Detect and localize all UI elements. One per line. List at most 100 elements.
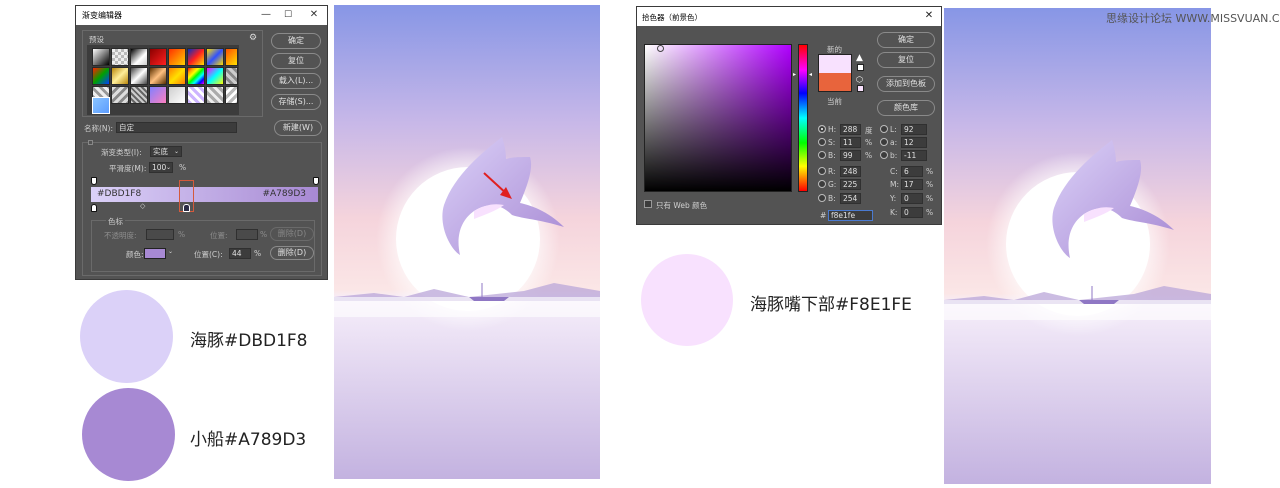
preset-swatch[interactable] — [168, 86, 186, 104]
current-color-preview[interactable] — [818, 73, 852, 92]
close-icon[interactable]: ✕ — [304, 7, 324, 23]
gamut-warning-swatch[interactable] — [857, 64, 864, 71]
red-radio[interactable] — [818, 167, 826, 175]
hue-slider-left-arrow-icon[interactable]: ▸ — [793, 71, 796, 78]
location-field — [236, 229, 258, 240]
delete-color-stop-button[interactable]: 删除(D) — [270, 246, 314, 260]
load-button[interactable]: 载入(L)... — [271, 73, 321, 89]
saturation-field[interactable]: 11 — [840, 137, 861, 148]
ok-button[interactable]: 确定 — [877, 32, 935, 48]
preset-swatch[interactable] — [92, 67, 110, 85]
preset-swatch[interactable] — [149, 86, 167, 104]
preset-swatch[interactable] — [149, 48, 167, 66]
hue-slider-right-arrow-icon[interactable]: ◂ — [809, 71, 812, 78]
gradient-preview-bar[interactable]: #DBD1F8 #A789D3 — [91, 187, 318, 202]
web-safe-swatch[interactable] — [857, 85, 864, 92]
lab-a-radio[interactable] — [880, 138, 888, 146]
preset-swatch[interactable] — [149, 67, 167, 85]
dolphin-mouth-color-circle — [641, 254, 733, 346]
preset-swatch[interactable] — [130, 67, 148, 85]
preset-swatch[interactable] — [206, 86, 224, 104]
preset-swatch[interactable] — [225, 86, 238, 104]
opacity-stop-right[interactable] — [313, 177, 319, 185]
gear-icon[interactable]: ⚙ — [249, 33, 257, 43]
color-stop-selected[interactable] — [183, 204, 190, 212]
color-picker-cursor[interactable] — [657, 45, 664, 52]
smoothness-field[interactable]: 100 ⌄ — [149, 162, 173, 173]
black-field[interactable]: 0 — [901, 207, 923, 218]
hue-field[interactable]: 288 — [840, 124, 861, 135]
color-stop-left[interactable] — [91, 204, 97, 212]
dolphin-color-label: 海豚#DBD1F8 — [190, 331, 308, 351]
location-unit: % — [260, 230, 268, 239]
gradient-type-select[interactable]: 实底 ⌄ — [150, 146, 182, 157]
preset-swatch[interactable] — [111, 67, 129, 85]
location-label: 位置: — [210, 231, 228, 240]
gradient-editor-dialog: 渐变编辑器 — ☐ ✕ 预设 ⚙ 确定 复位 载入(L)... 存储(S)...… — [75, 5, 328, 280]
lab-a-field[interactable]: 12 — [901, 137, 927, 148]
hue-radio[interactable] — [818, 125, 826, 133]
preset-swatch[interactable] — [187, 67, 205, 85]
preset-swatch[interactable] — [111, 86, 129, 104]
midpoint-diamond-icon[interactable]: ◇ — [140, 202, 145, 210]
blue-field[interactable]: 254 — [840, 193, 861, 204]
hue-slider[interactable] — [798, 44, 808, 192]
web-only-checkbox[interactable] — [644, 200, 652, 208]
hex-field[interactable]: f8e1fe — [828, 210, 873, 221]
delete-opacity-stop-button[interactable]: 删除(D) — [270, 227, 314, 241]
preset-swatch[interactable] — [130, 86, 148, 104]
lab-l-field[interactable]: 92 — [901, 124, 927, 135]
add-to-swatches-button[interactable]: 添加到色板 — [877, 76, 935, 92]
lab-b-field[interactable]: -11 — [901, 150, 927, 161]
preset-swatch[interactable] — [168, 67, 186, 85]
warning-triangle-icon[interactable]: ▲ — [856, 53, 863, 63]
gradient-panel: 渐变类型(I): 实底 ⌄ 平滑度(M): 100 ⌄ % #DBD1F8 #A… — [82, 140, 322, 276]
chevron-down-icon[interactable]: ⌄ — [168, 248, 173, 255]
preset-swatch[interactable] — [206, 67, 224, 85]
save-button[interactable]: 存储(S)... — [271, 94, 321, 110]
saturation-brightness-field[interactable] — [644, 44, 792, 192]
preset-swatch[interactable] — [225, 67, 238, 85]
maximize-icon[interactable]: ☐ — [278, 7, 298, 23]
web-cube-icon[interactable]: ⬡ — [856, 75, 863, 84]
preset-swatch[interactable] — [111, 48, 129, 66]
name-field[interactable]: 自定 — [116, 122, 237, 133]
gradient-type-value: 实底 — [153, 147, 168, 156]
preset-swatch[interactable] — [187, 86, 205, 104]
yellow-field[interactable]: 0 — [901, 193, 923, 204]
saturation-radio[interactable] — [818, 138, 826, 146]
boat-color-label: 小船#A789D3 — [190, 430, 307, 450]
opacity-stop-left[interactable] — [91, 177, 97, 185]
smoothness-label: 平滑度(M): — [109, 164, 147, 173]
stops-group-label: 色标 — [106, 216, 125, 227]
preset-swatch[interactable] — [130, 48, 148, 66]
chevron-down-icon: ⌄ — [165, 164, 171, 171]
magenta-field[interactable]: 17 — [901, 179, 923, 190]
ok-button[interactable]: 确定 — [271, 33, 321, 49]
preset-swatch[interactable] — [187, 48, 205, 66]
red-field[interactable]: 248 — [840, 166, 861, 177]
lab-b-radio[interactable] — [880, 151, 888, 159]
poster-illustration — [334, 5, 600, 479]
brightness-field[interactable]: 99 — [840, 150, 861, 161]
preset-swatch[interactable] — [168, 48, 186, 66]
cyan-field[interactable]: 6 — [901, 166, 923, 177]
brightness-radio[interactable] — [818, 151, 826, 159]
reset-button[interactable]: 复位 — [877, 52, 935, 68]
close-icon[interactable]: ✕ — [919, 8, 939, 24]
color-picker-dialog: 拾色器（前景色） ✕ ▸ ◂ 新的 当前 ▲ ⬡ 确定 复位 添加到色板 颜色库… — [636, 6, 942, 225]
preset-swatch[interactable] — [206, 48, 224, 66]
minimize-icon[interactable]: — — [256, 7, 276, 23]
color-libraries-button[interactable]: 颜色库 — [877, 100, 935, 116]
green-radio[interactable] — [818, 180, 826, 188]
stop-color-swatch[interactable] — [144, 248, 166, 259]
blue-radio[interactable] — [818, 194, 826, 202]
lab-l-radio[interactable] — [880, 125, 888, 133]
green-field[interactable]: 225 — [840, 179, 861, 190]
preset-swatch-selected[interactable] — [92, 97, 110, 114]
preset-swatch[interactable] — [225, 48, 238, 66]
reset-button[interactable]: 复位 — [271, 53, 321, 69]
color-location-field[interactable]: 44 — [229, 248, 251, 259]
new-button[interactable]: 新建(W) — [274, 120, 322, 136]
preset-swatch[interactable] — [92, 48, 110, 66]
